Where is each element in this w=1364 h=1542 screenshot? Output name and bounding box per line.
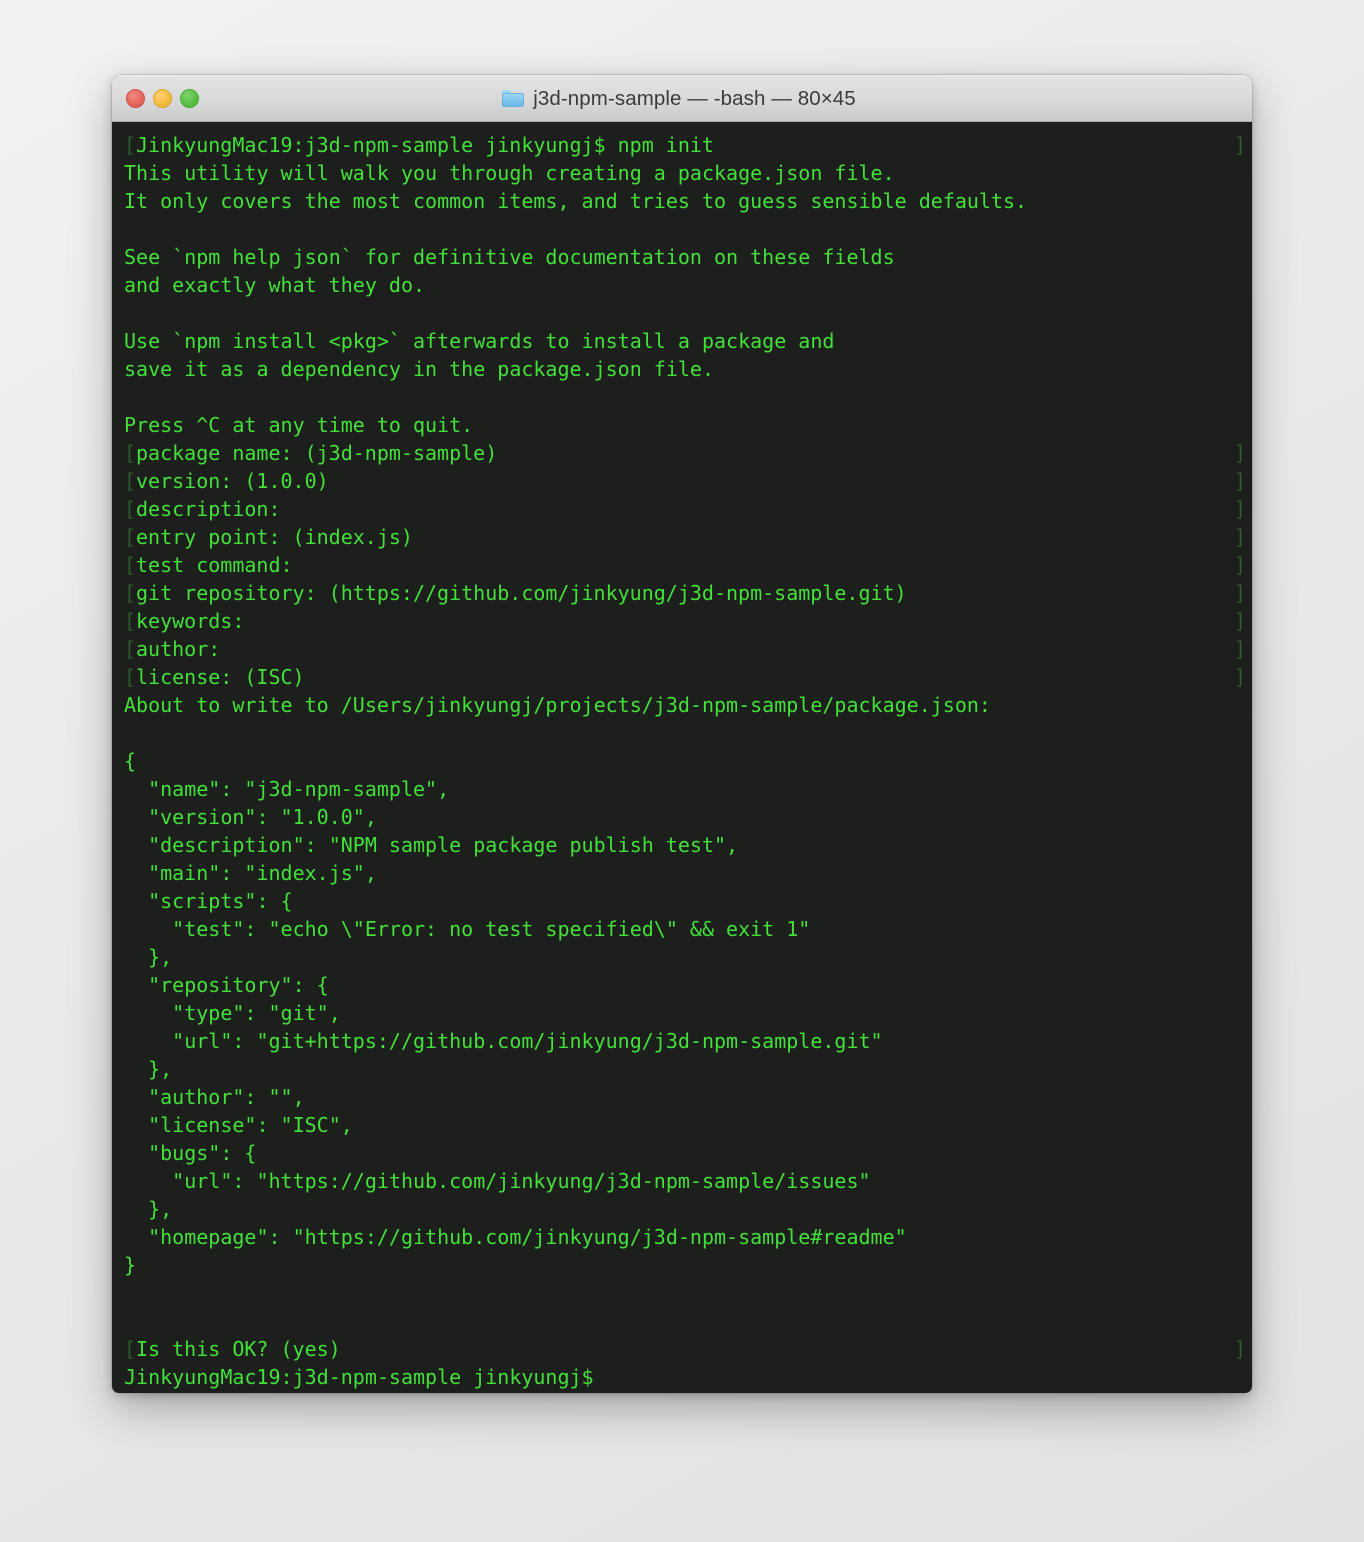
- terminal-line-text: git repository: (https://github.com/jink…: [136, 581, 907, 605]
- terminal-line: Is this OK? (yes): [112, 1335, 1252, 1363]
- terminal-line-text: license: (ISC): [136, 665, 305, 689]
- terminal-line-text: version: (1.0.0): [136, 469, 329, 493]
- terminal-line: test command:: [112, 551, 1252, 579]
- terminal-line-text: "license": "ISC",: [124, 1113, 353, 1137]
- terminal-line: JinkyungMac19:j3d-npm-sample jinkyungj$: [112, 1363, 1252, 1391]
- terminal-line-text: },: [124, 1057, 173, 1081]
- terminal-line-text: "description": "NPM sample package publi…: [124, 833, 739, 857]
- terminal-line: },: [112, 943, 1252, 971]
- terminal-line-text: },: [124, 1197, 173, 1221]
- terminal-line-text: JinkyungMac19:j3d-npm-sample jinkyungj$ …: [136, 133, 714, 157]
- terminal-line-text: "test": "echo \"Error: no test specified…: [124, 917, 811, 941]
- terminal-line: This utility will walk you through creat…: [112, 159, 1252, 187]
- terminal-line: "url": "git+https://github.com/jinkyung/…: [112, 1027, 1252, 1055]
- terminal-line: "test": "echo \"Error: no test specified…: [112, 915, 1252, 943]
- terminal-line: See `npm help json` for definitive docum…: [112, 243, 1252, 271]
- terminal-line-text: keywords:: [136, 609, 245, 633]
- terminal-line: "author": "",: [112, 1083, 1252, 1111]
- terminal-line: "description": "NPM sample package publi…: [112, 831, 1252, 859]
- terminal-line: JinkyungMac19:j3d-npm-sample jinkyungj$ …: [112, 131, 1252, 159]
- terminal-line-text: package name: (j3d-npm-sample): [136, 441, 498, 465]
- terminal-screen[interactable]: JinkyungMac19:j3d-npm-sample jinkyungj$ …: [112, 131, 1252, 1391]
- terminal-line-text: "homepage": "https://github.com/jinkyung…: [124, 1225, 907, 1249]
- folder-icon: [502, 90, 525, 107]
- terminal-line-text: JinkyungMac19:j3d-npm-sample jinkyungj$: [124, 1365, 594, 1389]
- terminal-line-text: "author": "",: [124, 1085, 305, 1109]
- terminal-line: It only covers the most common items, an…: [112, 187, 1252, 215]
- terminal-line-text: test command:: [136, 553, 293, 577]
- terminal-line: }: [112, 1251, 1252, 1279]
- terminal-line-text: It only covers the most common items, an…: [124, 189, 1028, 213]
- terminal-line: "scripts": {: [112, 887, 1252, 915]
- terminal-line: and exactly what they do.: [112, 271, 1252, 299]
- terminal-line-text: This utility will walk you through creat…: [124, 161, 895, 185]
- terminal-line-text: save it as a dependency in the package.j…: [124, 357, 715, 381]
- terminal-line: About to write to /Users/jinkyungj/proje…: [112, 691, 1252, 719]
- terminal-line: "license": "ISC",: [112, 1111, 1252, 1139]
- terminal-line: "url": "https://github.com/jinkyung/j3d-…: [112, 1167, 1252, 1195]
- terminal-line: "name": "j3d-npm-sample",: [112, 775, 1252, 803]
- terminal-line: "version": "1.0.0",: [112, 803, 1252, 831]
- terminal-line-text: author:: [136, 637, 221, 661]
- terminal-line-text: Is this OK? (yes): [136, 1337, 341, 1361]
- terminal-line: "repository": {: [112, 971, 1252, 999]
- terminal-line-text: See `npm help json` for definitive docum…: [124, 245, 895, 269]
- terminal-line: license: (ISC): [112, 663, 1252, 691]
- terminal-line: author:: [112, 635, 1252, 663]
- terminal-line-text: Press ^C at any time to quit.: [124, 413, 474, 437]
- terminal-line: package name: (j3d-npm-sample): [112, 439, 1252, 467]
- terminal-line-text: "type": "git",: [124, 1001, 341, 1025]
- terminal-line: git repository: (https://github.com/jink…: [112, 579, 1252, 607]
- terminal-line: keywords:: [112, 607, 1252, 635]
- minimize-button[interactable]: [153, 89, 172, 108]
- terminal-line: "bugs": {: [112, 1139, 1252, 1167]
- terminal-line: "main": "index.js",: [112, 859, 1252, 887]
- terminal-line-text: {: [124, 749, 137, 773]
- terminal-line-text: "bugs": {: [124, 1141, 257, 1165]
- terminal-line-text: },: [124, 945, 173, 969]
- terminal-line: description:: [112, 495, 1252, 523]
- terminal-line-text: }: [124, 1253, 137, 1277]
- terminal-line-text: "name": "j3d-npm-sample",: [124, 777, 450, 801]
- terminal-line: "type": "git",: [112, 999, 1252, 1027]
- terminal-line-text: and exactly what they do.: [124, 273, 426, 297]
- terminal-line-text: "repository": {: [124, 973, 329, 997]
- terminal-line-text: Use `npm install <pkg>` afterwards to in…: [124, 329, 835, 353]
- terminal-window[interactable]: j3d-npm-sample — -bash — 80×45 JinkyungM…: [112, 75, 1252, 1393]
- window-title-group: j3d-npm-sample — -bash — 80×45: [502, 87, 856, 111]
- terminal-line-text: "url": "git+https://github.com/jinkyung/…: [124, 1029, 883, 1053]
- terminal-line: Press ^C at any time to quit.: [112, 411, 1252, 439]
- terminal-line-text: "main": "index.js",: [124, 861, 377, 885]
- terminal-body[interactable]: JinkyungMac19:j3d-npm-sample jinkyungj$ …: [112, 122, 1252, 1393]
- terminal-line: },: [112, 1055, 1252, 1083]
- terminal-line-text: description:: [136, 497, 281, 521]
- terminal-line-text: "url": "https://github.com/jinkyung/j3d-…: [124, 1169, 871, 1193]
- terminal-line: },: [112, 1195, 1252, 1223]
- close-button[interactable]: [126, 89, 145, 108]
- maximize-button[interactable]: [180, 89, 199, 108]
- window-title-bar[interactable]: j3d-npm-sample — -bash — 80×45: [112, 75, 1252, 122]
- traffic-light-buttons: [126, 76, 199, 121]
- terminal-line: {: [112, 747, 1252, 775]
- terminal-line: entry point: (index.js): [112, 523, 1252, 551]
- terminal-line-text: About to write to /Users/jinkyungj/proje…: [124, 693, 991, 717]
- terminal-line-text: "version": "1.0.0",: [124, 805, 377, 829]
- terminal-line: "homepage": "https://github.com/jinkyung…: [112, 1223, 1252, 1251]
- terminal-line: Use `npm install <pkg>` afterwards to in…: [112, 327, 1252, 355]
- terminal-line-text: entry point: (index.js): [136, 525, 413, 549]
- terminal-line-text: "scripts": {: [124, 889, 293, 913]
- window-title-text: j3d-npm-sample — -bash — 80×45: [533, 86, 856, 110]
- terminal-line: save it as a dependency in the package.j…: [112, 355, 1252, 383]
- terminal-line: version: (1.0.0): [112, 467, 1252, 495]
